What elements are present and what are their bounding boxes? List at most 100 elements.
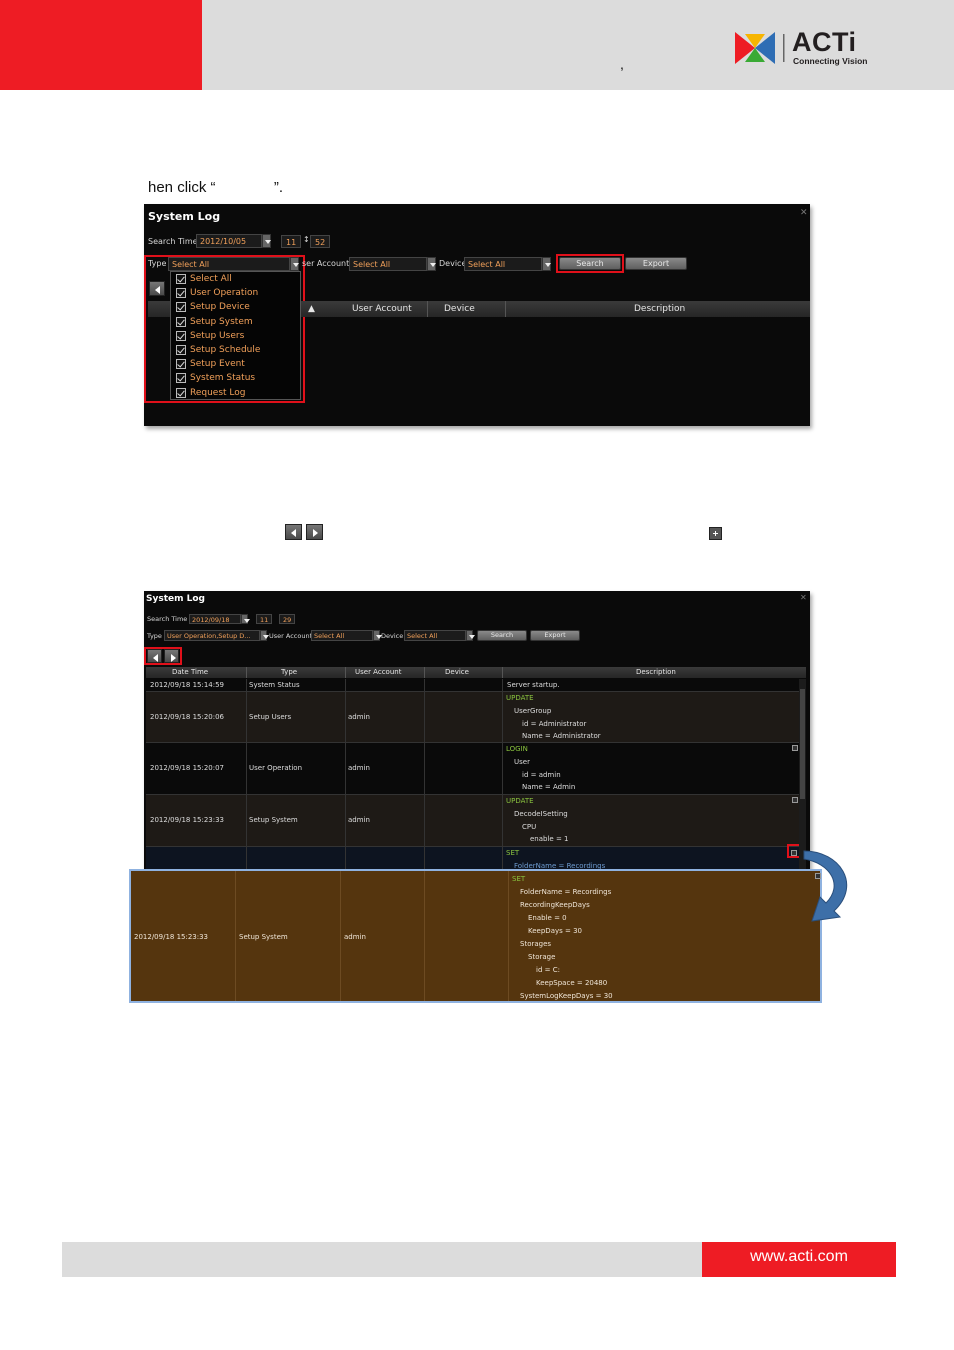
hour-field[interactable]: 11 [256,614,272,624]
column-user-account[interactable]: User Account [352,304,412,314]
system-log-window-1: System Log ✕ Search Time 2012/10/05 11 ↕… [144,204,810,426]
export-button[interactable]: Export [625,257,687,270]
prev-page-button[interactable] [149,281,165,296]
curved-arrow-icon [803,850,847,922]
export-button[interactable]: Export [530,630,580,641]
search-time-label: Search Time [148,237,198,246]
type-dropdown-menu: Select All User Operation Setup Device S… [170,271,301,400]
sort-up-icon: ▲ [308,304,315,314]
type-option[interactable]: User Operation [171,286,300,300]
table-row[interactable]: 2012/09/18 15:20:07 User Operation admin… [146,743,799,795]
row-desc: LOGIN User id = admin Name = Admin [506,745,576,792]
expanded-desc: SET FolderName = Recordings RecordingKee… [512,875,613,1000]
expanded-datetime: 2012/09/18 15:23:33 [134,933,209,941]
expand-plus-icon [709,527,722,540]
close-icon[interactable]: ✕ [800,208,808,218]
table-row[interactable]: 2012/09/18 15:20:06 Setup Users admin UP… [146,692,799,743]
row-type: Setup Users [249,713,292,721]
row-desc: UPDATE DecodeISetting CPU enable = 1 [506,797,569,844]
user-account-label: User Account [269,632,313,640]
type-option[interactable]: Request Log [171,386,300,400]
date-dropdown-arrow[interactable] [241,614,250,624]
row-datetime: 2012/09/18 15:23:33 [150,816,225,824]
date-field[interactable]: 2012/10/05 [196,234,262,248]
expand-plus-icon[interactable] [792,745,798,751]
row-datetime: 2012/09/18 15:20:06 [150,713,225,721]
date-dropdown-arrow[interactable] [262,234,271,248]
column-user-account[interactable]: User Account [355,668,401,676]
column-date-time[interactable]: Date Time [172,668,208,676]
row-type: User Operation [249,764,303,772]
type-select[interactable]: User Operation,Setup D... [164,630,260,641]
type-label: Type [148,259,167,268]
user-dropdown-arrow[interactable] [373,630,382,641]
device-dropdown-arrow[interactable] [466,630,475,641]
column-description[interactable]: Description [636,668,676,676]
expanded-user: admin [344,933,366,941]
date-field[interactable]: 2012/09/18 [189,614,241,624]
scrollbar-track[interactable] [799,679,806,869]
next-arrow-icon [306,524,323,540]
minute-field[interactable]: 29 [279,614,295,624]
user-account-select[interactable]: Select All [311,630,373,641]
scrollbar-thumb[interactable] [800,689,805,799]
column-device[interactable]: Device [445,668,469,676]
type-option[interactable]: Setup Event [171,357,300,371]
expanded-row: 2012/09/18 15:23:33 Setup System admin S… [129,869,822,1003]
device-label: Device [381,632,404,640]
logo-brand: ACTi [792,27,857,57]
type-option[interactable]: Setup Users [171,329,300,343]
row-type: System Status [249,681,300,689]
hour-field[interactable]: 11 [281,235,301,248]
row-datetime: 2012/09/18 15:20:07 [150,764,225,772]
device-select[interactable]: Select All [404,630,466,641]
row-desc: UPDATE UserGroup id = Administrator Name… [506,694,601,741]
search-button[interactable]: Search [477,630,527,641]
time-separator: ↕ [303,235,310,244]
column-device[interactable]: Device [444,304,475,314]
next-page-button[interactable] [164,649,179,663]
intro-text: hen click “ ”. [148,179,284,196]
type-option[interactable]: Setup Schedule [171,343,300,357]
user-dropdown-arrow[interactable] [427,257,436,271]
type-option[interactable]: Setup Device [171,300,300,314]
row-datetime: 2012/09/18 15:14:59 [150,681,225,689]
type-label: Type [147,632,162,640]
row-type: Setup System [249,816,298,824]
window-title: System Log [146,594,205,604]
type-option[interactable]: System Status [171,371,300,385]
user-account-select[interactable]: Select All [349,257,427,271]
row-user: admin [348,764,370,772]
logo-tagline: Connecting Vision [793,56,868,66]
column-description[interactable]: Description [634,304,685,314]
table-row[interactable]: 2012/09/18 15:14:59 System Status Server… [146,679,799,692]
system-log-window-2: System Log ✕ Search Time 2012/09/18 11 2… [144,591,810,876]
type-option[interactable]: Setup System [171,315,300,329]
table-header: Date Time Type User Account Device Descr… [146,667,806,678]
type-dropdown-arrow[interactable] [290,257,299,271]
device-select[interactable]: Select All [464,257,542,271]
column-type[interactable]: Type [281,668,297,676]
user-account-label: ser Account [302,259,350,268]
row-user: admin [348,713,370,721]
type-dropdown-arrow[interactable] [260,630,269,641]
footer-url-link[interactable]: www.acti.com [702,1248,896,1266]
device-label: Device [439,259,467,268]
close-icon[interactable]: ✕ [800,593,807,602]
prev-arrow-icon [285,524,302,540]
search-time-label: Search Time [147,615,188,623]
expanded-type: Setup System [239,933,288,941]
type-option[interactable]: Select All [171,272,300,286]
prev-page-button[interactable] [147,649,162,663]
row-user: admin [348,816,370,824]
search-button[interactable]: Search [559,257,621,270]
device-dropdown-arrow[interactable] [542,257,551,271]
table-row[interactable]: 2012/09/18 15:23:33 Setup System admin U… [146,795,799,847]
header-comma: , [620,56,624,72]
expand-plus-icon[interactable] [792,797,798,803]
window-title: System Log [148,210,221,223]
type-select[interactable]: Select All [168,257,290,271]
minute-field[interactable]: 52 [310,235,330,248]
row-desc: Server startup. [507,681,560,689]
header-red-block [0,0,202,90]
